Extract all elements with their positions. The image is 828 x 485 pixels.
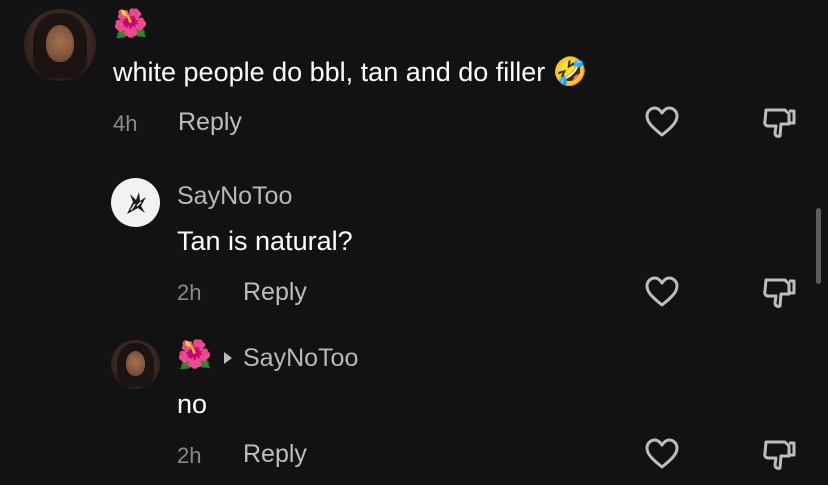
comment-username[interactable]: SayNoToo <box>177 182 292 211</box>
bird-logo-icon <box>126 191 146 214</box>
thumbs-down-icon[interactable] <box>761 438 797 472</box>
heart-icon[interactable] <box>644 106 680 138</box>
comment-timestamp: 2h <box>177 443 202 468</box>
reply-button[interactable]: Reply <box>243 440 307 469</box>
thumbs-down-icon[interactable] <box>761 106 797 140</box>
laughing-emoji: 🤣 <box>552 56 588 87</box>
user-avatar[interactable] <box>24 9 96 81</box>
comment-timestamp: 4h <box>113 111 138 136</box>
comment-text-body: white people do bbl, tan and do filler <box>113 57 546 87</box>
reply-button[interactable]: Reply <box>178 108 242 137</box>
comment-text: no <box>177 389 208 419</box>
comment-timestamp: 2h <box>177 280 202 305</box>
reply-to-username[interactable]: SayNoToo <box>243 344 358 373</box>
thumbs-down-icon[interactable] <box>761 276 797 310</box>
user-avatar[interactable] <box>111 340 160 389</box>
comment-text: white people do bbl, tan and do filler 🤣 <box>113 55 588 88</box>
heart-icon[interactable] <box>644 438 680 470</box>
reply-button[interactable]: Reply <box>243 278 307 307</box>
user-avatar[interactable] <box>111 178 160 227</box>
comment-text: Tan is natural? <box>177 226 353 256</box>
triangle-right-icon <box>224 352 232 364</box>
heart-icon[interactable] <box>644 276 680 308</box>
scrollbar[interactable] <box>816 208 821 284</box>
avatar-face <box>125 350 146 377</box>
author-emoji[interactable]: 🌺 <box>113 10 148 38</box>
author-emoji[interactable]: 🌺 <box>177 341 212 369</box>
avatar-face <box>45 24 75 63</box>
